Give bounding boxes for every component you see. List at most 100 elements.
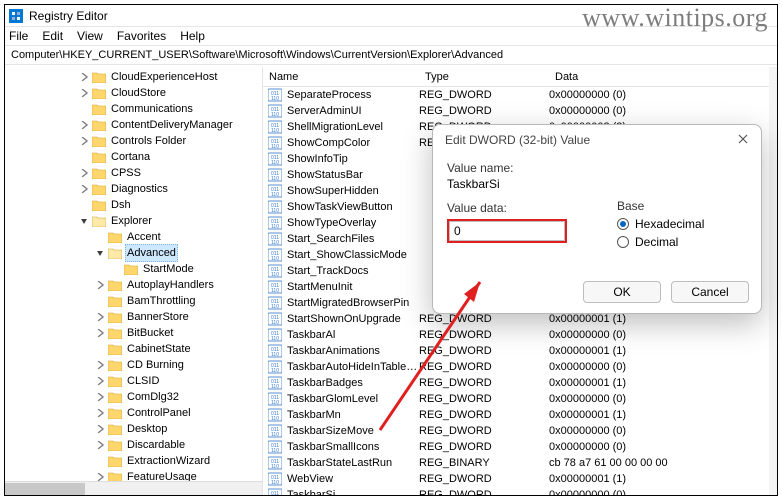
value-data: 0x00000001 (1) xyxy=(549,409,777,421)
tree-node-label: CLSID xyxy=(125,373,161,389)
tree-toggle-empty xyxy=(93,294,107,308)
radio-hexadecimal[interactable]: Hexadecimal xyxy=(617,217,747,231)
value-row[interactable]: 011110ServerAdminUIREG_DWORD0x00000000 (… xyxy=(263,103,777,119)
value-data-input[interactable] xyxy=(449,221,565,241)
tree-toggle-empty xyxy=(77,102,91,116)
menu-edit[interactable]: Edit xyxy=(42,29,63,43)
tree-node[interactable]: Dsh xyxy=(5,197,262,213)
chevron-right-icon[interactable] xyxy=(93,390,107,404)
tree-node[interactable]: ControlPanel xyxy=(5,405,262,421)
tree-node[interactable]: CD Burning xyxy=(5,357,262,373)
value-type: REG_DWORD xyxy=(419,377,549,389)
tree-node[interactable]: Controls Folder xyxy=(5,133,262,149)
column-name[interactable]: Name xyxy=(263,71,419,83)
value-row[interactable]: 011110TaskbarSiREG_DWORD0x00000000 (0) xyxy=(263,487,777,495)
tree-node[interactable]: Discardable xyxy=(5,437,262,453)
column-type[interactable]: Type xyxy=(419,71,549,83)
chevron-right-icon[interactable] xyxy=(93,438,107,452)
value-row[interactable]: 011110TaskbarAnimationsREG_DWORD0x000000… xyxy=(263,343,777,359)
folder-icon xyxy=(108,231,122,243)
column-data[interactable]: Data xyxy=(549,71,777,83)
values-vertical-scrollbar[interactable] xyxy=(769,67,777,495)
tree-node[interactable]: AutoplayHandlers xyxy=(5,277,262,293)
value-row[interactable]: 011110TaskbarMnREG_DWORD0x00000001 (1) xyxy=(263,407,777,423)
chevron-right-icon[interactable] xyxy=(93,406,107,420)
svg-text:110: 110 xyxy=(271,480,279,486)
reg-value-icon: 011110 xyxy=(267,104,283,118)
folder-icon xyxy=(108,343,122,355)
svg-text:110: 110 xyxy=(271,240,279,246)
tree-node[interactable]: BamThrottling xyxy=(5,293,262,309)
chevron-right-icon[interactable] xyxy=(93,310,107,324)
ok-button[interactable]: OK xyxy=(583,281,661,303)
tree-toggle-empty xyxy=(77,150,91,164)
chevron-right-icon[interactable] xyxy=(93,374,107,388)
tree-node-label: Diagnostics xyxy=(109,181,170,197)
value-row[interactable]: 011110SeparateProcessREG_DWORD0x00000000… xyxy=(263,87,777,103)
columns-header[interactable]: Name Type Data xyxy=(263,67,777,87)
tree-pane[interactable]: CloudExperienceHostCloudStoreCommunicati… xyxy=(5,67,263,495)
tree-toggle-empty xyxy=(93,454,107,468)
tree-node[interactable]: CLSID xyxy=(5,373,262,389)
tree-node-label: StartMode xyxy=(141,261,196,277)
chevron-down-icon[interactable] xyxy=(77,214,91,228)
tree-node[interactable]: CabinetState xyxy=(5,341,262,357)
cancel-button[interactable]: Cancel xyxy=(671,281,749,303)
value-row[interactable]: 011110WebViewREG_DWORD0x00000001 (1) xyxy=(263,471,777,487)
value-row[interactable]: 011110TaskbarSmallIconsREG_DWORD0x000000… xyxy=(263,439,777,455)
menu-file[interactable]: File xyxy=(9,29,28,43)
value-row[interactable]: 011110TaskbarBadgesREG_DWORD0x00000001 (… xyxy=(263,375,777,391)
tree-node[interactable]: Desktop xyxy=(5,421,262,437)
tree-node[interactable]: Diagnostics xyxy=(5,181,262,197)
chevron-right-icon[interactable] xyxy=(77,86,91,100)
chevron-right-icon[interactable] xyxy=(77,166,91,180)
value-row[interactable]: 011110TaskbarAlREG_DWORD0x00000000 (0) xyxy=(263,327,777,343)
reg-value-icon: 011110 xyxy=(267,88,283,102)
reg-value-icon: 011110 xyxy=(267,344,283,358)
chevron-right-icon[interactable] xyxy=(77,70,91,84)
chevron-right-icon[interactable] xyxy=(77,118,91,132)
tree-node[interactable]: CloudStore xyxy=(5,85,262,101)
chevron-down-icon[interactable] xyxy=(93,246,107,260)
value-data: 0x00000001 (1) xyxy=(549,473,777,485)
value-name: ShowTaskViewButton xyxy=(287,201,419,213)
address-bar[interactable]: Computer\HKEY_CURRENT_USER\Software\Micr… xyxy=(5,45,777,65)
tree-node[interactable]: CPSS xyxy=(5,165,262,181)
radio-decimal[interactable]: Decimal xyxy=(617,235,747,249)
tree-node[interactable]: CloudExperienceHost xyxy=(5,69,262,85)
chevron-right-icon[interactable] xyxy=(77,182,91,196)
chevron-right-icon[interactable] xyxy=(93,358,107,372)
tree-node[interactable]: Explorer xyxy=(5,213,262,229)
chevron-right-icon[interactable] xyxy=(93,422,107,436)
chevron-right-icon[interactable] xyxy=(77,134,91,148)
menu-help[interactable]: Help xyxy=(180,29,205,43)
tree-node[interactable]: ContentDeliveryManager xyxy=(5,117,262,133)
menu-view[interactable]: View xyxy=(77,29,103,43)
tree-node[interactable]: ExtractionWizard xyxy=(5,453,262,469)
chevron-right-icon[interactable] xyxy=(93,326,107,340)
value-row[interactable]: 011110TaskbarGlomLevelREG_DWORD0x0000000… xyxy=(263,391,777,407)
chevron-right-icon[interactable] xyxy=(93,278,107,292)
svg-text:110: 110 xyxy=(271,96,279,102)
value-row[interactable]: 011110TaskbarSizeMoveREG_DWORD0x00000000… xyxy=(263,423,777,439)
tree-node[interactable]: BitBucket xyxy=(5,325,262,341)
tree-node[interactable]: Cortana xyxy=(5,149,262,165)
dialog-close-button[interactable] xyxy=(733,129,753,149)
value-row[interactable]: 011110TaskbarStateLastRunREG_BINARYcb 78… xyxy=(263,455,777,471)
tree-node[interactable]: Advanced xyxy=(5,245,262,261)
tree-node[interactable]: StartMode xyxy=(5,261,262,277)
folder-icon xyxy=(92,71,106,83)
tree-node-label: CloudStore xyxy=(109,85,168,101)
menu-favorites[interactable]: Favorites xyxy=(117,29,166,43)
tree-node[interactable]: BannerStore xyxy=(5,309,262,325)
tree-node[interactable]: Accent xyxy=(5,229,262,245)
folder-icon xyxy=(124,263,138,275)
tree-node[interactable]: ComDlg32 xyxy=(5,389,262,405)
reg-value-icon: 011110 xyxy=(267,456,283,470)
tree-horizontal-scrollbar[interactable] xyxy=(5,481,262,495)
value-row[interactable]: 011110TaskbarAutoHideInTabletModeREG_DWO… xyxy=(263,359,777,375)
scrollbar-thumb[interactable] xyxy=(5,483,85,495)
svg-text:110: 110 xyxy=(271,432,279,438)
svg-text:110: 110 xyxy=(271,176,279,182)
tree-node[interactable]: Communications xyxy=(5,101,262,117)
